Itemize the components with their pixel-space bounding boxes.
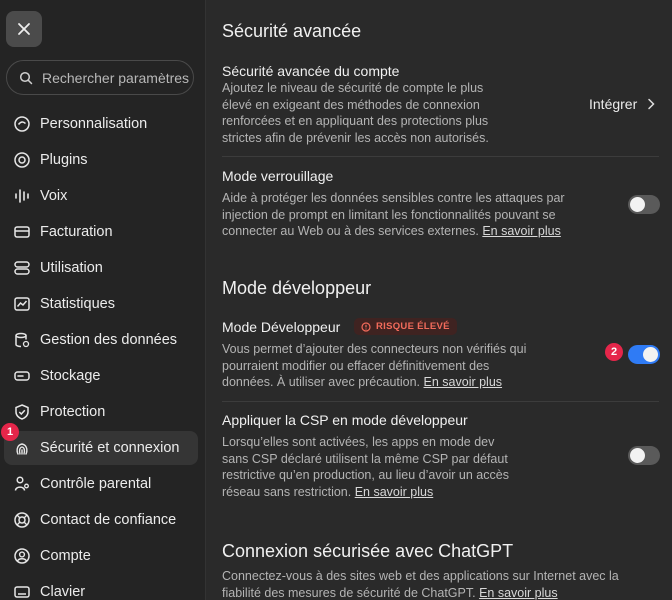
sidebar-item-storage[interactable]: Stockage [4, 359, 198, 393]
search-field[interactable] [6, 60, 194, 95]
developer-mode-description: Vous permet d’ajouter des connecteurs no… [222, 342, 527, 389]
sidebar-item-label: Compte [40, 548, 91, 564]
csp-learn-more-link[interactable]: En savoir plus [355, 485, 434, 499]
warning-icon [361, 321, 371, 332]
lockdown-mode-toggle[interactable] [628, 195, 660, 214]
lockdown-mode-title: Mode verrouillage [222, 168, 334, 184]
sidebar-item-label: Contrôle parental [40, 476, 152, 492]
sidebar-item-data-controls[interactable]: Gestion des données [4, 323, 198, 357]
sidebar-item-label: Facturation [40, 224, 113, 240]
section-title-advanced-security: Sécurité avancée [222, 21, 362, 41]
storage-drive-icon [12, 366, 32, 386]
developer-mode-title: Mode Développeur [222, 319, 341, 335]
sidebar-item-voice[interactable]: Voix [4, 179, 198, 213]
usage-bars-icon [12, 258, 32, 278]
integrate-label: Intégrer [589, 96, 638, 112]
divider [222, 401, 659, 402]
account-icon [12, 546, 32, 566]
sidebar-item-account[interactable]: Compte [4, 539, 198, 573]
search-input[interactable] [42, 69, 192, 86]
sidebar-item-label: Contact de confiance [40, 512, 177, 528]
close-button[interactable] [6, 11, 42, 47]
high-risk-badge: RISQUE ÉLEVÉ [354, 318, 457, 335]
sidebar-item-parental-controls[interactable]: Contrôle parental [4, 467, 198, 501]
keyboard-icon [12, 582, 32, 600]
developer-learn-more-link[interactable]: En savoir plus [424, 375, 503, 389]
chart-icon [12, 294, 32, 314]
close-icon [18, 23, 30, 35]
developer-mode-toggle[interactable] [628, 345, 660, 364]
sidebar-item-plugins[interactable]: Plugins [4, 143, 198, 177]
sidebar-item-label: Gestion des données [40, 332, 178, 348]
parental-icon [12, 474, 32, 494]
chatgpt-login-learn-more-link[interactable]: En savoir plus [479, 586, 558, 600]
sidebar-item-label: Plugins [40, 152, 88, 168]
database-icon [12, 330, 32, 350]
account-security-description: Ajoutez le niveau de sécurité de compte … [222, 81, 489, 145]
chatgpt-login-description: Connectez-vous à des sites web et des ap… [222, 569, 619, 600]
sidebar-item-label: Statistiques [40, 296, 115, 312]
shield-icon [12, 402, 32, 422]
sidebar-item-keyboard[interactable]: Clavier [4, 575, 198, 600]
risk-badge-label: RISQUE ÉLEVÉ [376, 321, 450, 332]
lifebuoy-icon [12, 510, 32, 530]
sidebar-item-label: Stockage [40, 368, 101, 384]
sidebar-item-label: Sécurité et connexion [40, 440, 180, 456]
sidebar-item-protection[interactable]: Protection [4, 395, 198, 429]
csp-title: Appliquer la CSP en mode développeur [222, 412, 468, 428]
csp-description: Lorsqu’elles sont activées, les apps en … [222, 435, 509, 499]
settings-sidebar: Personnalisation Plugins Voix Facturatio… [0, 0, 206, 600]
csp-toggle[interactable] [628, 446, 660, 465]
sidebar-item-billing[interactable]: Facturation [4, 215, 198, 249]
integrate-button[interactable]: Intégrer [589, 96, 658, 112]
sidebar-item-label: Utilisation [40, 260, 103, 276]
personalization-icon [12, 114, 32, 134]
lockdown-learn-more-link[interactable]: En savoir plus [482, 224, 561, 238]
search-icon [19, 71, 33, 84]
sidebar-item-label: Voix [40, 188, 68, 204]
fingerprint-icon [12, 438, 32, 458]
sidebar-item-label: Personnalisation [40, 116, 148, 132]
sidebar-item-statistics[interactable]: Statistiques [4, 287, 198, 321]
lockdown-mode-description: Aide à protéger les données sensibles co… [222, 191, 565, 238]
sidebar-item-personalization[interactable]: Personnalisation [4, 107, 198, 141]
sidebar-item-usage[interactable]: Utilisation [4, 251, 198, 285]
sidebar-item-security-login[interactable]: Sécurité et connexion [4, 431, 198, 465]
sidebar-item-trusted-contact[interactable]: Contact de confiance [4, 503, 198, 537]
credit-card-icon [12, 222, 32, 242]
annotation-marker-2: 2 [605, 343, 623, 361]
voice-waveform-icon [12, 186, 32, 206]
sidebar-item-label: Clavier [40, 584, 86, 600]
settings-content: Sécurité avancée Sécurité avancée du com… [207, 0, 672, 600]
chevron-right-icon [648, 98, 655, 110]
account-security-title: Sécurité avancée du compte [222, 63, 400, 79]
divider [222, 156, 659, 157]
annotation-marker-1: 1 [1, 423, 19, 441]
plugins-icon [12, 150, 32, 170]
sidebar-item-label: Protection [40, 404, 106, 420]
section-title-developer: Mode développeur [222, 278, 372, 298]
section-title-chatgpt-login: Connexion sécurisée avec ChatGPT [222, 541, 514, 561]
